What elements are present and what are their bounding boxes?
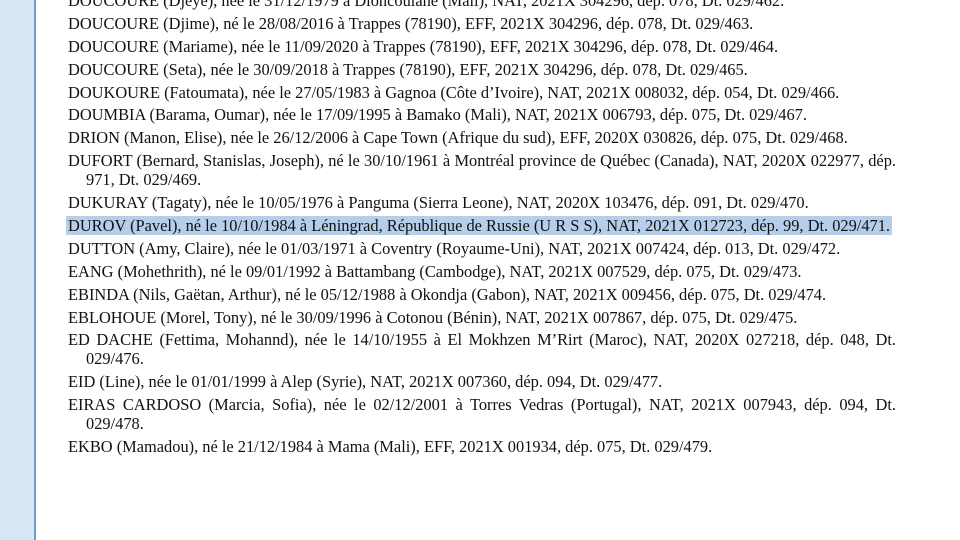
list-entry: DRION (Manon, Elise), née le 26/12/2006 …	[68, 128, 896, 147]
list-entry: DOUKOURE (Fatoumata), née le 27/05/1983 …	[68, 83, 896, 102]
list-entry: EID (Line), née le 01/01/1999 à Alep (Sy…	[68, 372, 896, 391]
entry-text: EANG (Mohethrith), né le 09/01/1992 à Ba…	[68, 261, 802, 281]
entry-text: EBINDA (Nils, Gaëtan, Arthur), né le 05/…	[68, 284, 827, 304]
list-entry: DUTTON (Amy, Claire), née le 01/03/1971 …	[68, 239, 896, 258]
list-entry: ED DACHE (Fettima, Mohannd), née le 14/1…	[68, 330, 896, 368]
entry-text: DUKURAY (Tagaty), née le 10/05/1976 à Pa…	[68, 193, 809, 213]
entry-text: DUTTON (Amy, Claire), née le 01/03/1971 …	[68, 238, 841, 258]
entry-text: EIRAS CARDOSO (Marcia, Sofia), née le 02…	[68, 395, 896, 434]
list-entry: DOUCOURE (Djime), né le 28/08/2016 à Tra…	[68, 14, 896, 33]
entry-text: DOUCOURE (Djeye), née le 31/12/1979 à Di…	[68, 0, 785, 10]
list-entry: EBINDA (Nils, Gaëtan, Arthur), né le 05/…	[68, 285, 896, 304]
entry-text: DOUMBIA (Barama, Oumar), née le 17/09/19…	[68, 105, 807, 125]
entry-text: DOUCOURE (Djime), né le 28/08/2016 à Tra…	[68, 13, 754, 33]
document-page: DOUCOURE (Djeye), née le 31/12/1979 à Di…	[66, 0, 896, 460]
list-entry: DUFORT (Bernard, Stanislas, Joseph), né …	[68, 151, 896, 189]
list-entry-selected[interactable]: DUROV (Pavel), né le 10/10/1984 à Léning…	[66, 216, 896, 236]
list-entry: EKBO (Mamadou), né le 21/12/1984 à Mama …	[68, 437, 896, 456]
selected-entry-text[interactable]: DUROV (Pavel), né le 10/10/1984 à Léning…	[66, 216, 893, 236]
entry-text: EKBO (Mamadou), né le 21/12/1984 à Mama …	[68, 437, 713, 457]
entry-text: EID (Line), née le 01/01/1999 à Alep (Sy…	[68, 372, 663, 392]
viewer-margin-rule	[34, 0, 36, 540]
entry-text: DRION (Manon, Elise), née le 26/12/2006 …	[68, 128, 848, 148]
entry-text: DOUKOURE (Fatoumata), née le 27/05/1983 …	[68, 82, 840, 102]
entry-text: ED DACHE (Fettima, Mohannd), née le 14/1…	[68, 330, 896, 369]
list-entry: DOUCOURE (Mariame), née le 11/09/2020 à …	[68, 37, 896, 56]
list-entry: DOUCOURE (Djeye), née le 31/12/1979 à Di…	[68, 0, 896, 10]
list-entry: DOUCOURE (Seta), née le 30/09/2018 à Tra…	[68, 60, 896, 79]
entry-text: DOUCOURE (Seta), née le 30/09/2018 à Tra…	[68, 59, 748, 79]
viewer-left-margin	[0, 0, 34, 540]
list-entry: DOUMBIA (Barama, Oumar), née le 17/09/19…	[68, 105, 896, 124]
list-entry: EANG (Mohethrith), né le 09/01/1992 à Ba…	[68, 262, 896, 281]
list-entry: EBLOHOUE (Morel, Tony), né le 30/09/1996…	[68, 308, 896, 327]
list-entry: EIRAS CARDOSO (Marcia, Sofia), née le 02…	[68, 395, 896, 433]
list-entry: DUKURAY (Tagaty), née le 10/05/1976 à Pa…	[68, 193, 896, 212]
entry-text: DOUCOURE (Mariame), née le 11/09/2020 à …	[68, 36, 779, 56]
entry-text: EBLOHOUE (Morel, Tony), né le 30/09/1996…	[68, 307, 798, 327]
entry-text: DUFORT (Bernard, Stanislas, Joseph), né …	[68, 151, 896, 190]
